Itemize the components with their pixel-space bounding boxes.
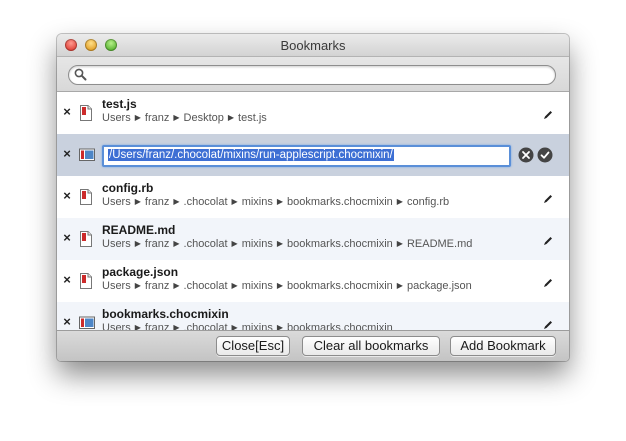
file-red-icon bbox=[79, 231, 93, 252]
folder-blue-icon bbox=[79, 315, 95, 330]
remove-bookmark-button[interactable]: × bbox=[61, 105, 73, 119]
edit-pencil-icon[interactable] bbox=[543, 317, 553, 330]
path-segment: README.md bbox=[406, 238, 473, 250]
bookmark-path: Users ▶ franz ▶ Desktop ▶ test.js bbox=[102, 112, 267, 124]
path-segment: test.js bbox=[238, 112, 267, 124]
path-segment: Users bbox=[102, 322, 131, 330]
footer-bar: Close[Esc] Clear all bookmarks Add Bookm… bbox=[57, 330, 569, 361]
edit-pencil-icon[interactable] bbox=[543, 275, 553, 293]
remove-bookmark-button[interactable]: × bbox=[61, 147, 73, 161]
path-segment: mixins bbox=[241, 322, 273, 330]
path-segment: Users bbox=[102, 280, 131, 292]
edit-pencil-icon[interactable] bbox=[543, 107, 553, 125]
path-segment: .chocolat bbox=[183, 322, 228, 330]
edit-pencil-icon[interactable] bbox=[543, 233, 553, 251]
bookmark-path-value: /Users/franz/.chocolat/mixins/run-apples… bbox=[108, 149, 394, 161]
bookmark-row[interactable]: × bookmarks.chocmixin Users ▶ franz ▶ .chocola… bbox=[57, 302, 569, 330]
bookmark-name: package.json bbox=[102, 265, 179, 279]
cancel-edit-icon[interactable] bbox=[518, 147, 534, 163]
edit-pencil-icon[interactable] bbox=[543, 191, 553, 209]
bookmark-path: Users ▶ franz ▶ .chocolat ▶ mixins ▶ bookmarks.c… bbox=[102, 280, 472, 292]
bookmark-name: README.md bbox=[102, 223, 176, 237]
path-segment: bookmarks.chocmixin bbox=[287, 196, 393, 208]
path-segment: .chocolat bbox=[183, 196, 228, 208]
path-separator-icon: ▶ bbox=[231, 323, 238, 330]
path-segment: config.rb bbox=[406, 196, 450, 208]
path-segment: .chocolat bbox=[183, 280, 228, 292]
path-separator-icon: ▶ bbox=[134, 239, 141, 248]
file-red-icon bbox=[79, 105, 93, 126]
bookmark-path: Users ▶ franz ▶ .chocolat ▶ mixins ▶ bookmarks.c… bbox=[102, 322, 393, 330]
path-separator-icon: ▶ bbox=[276, 323, 284, 330]
path-separator-icon: ▶ bbox=[227, 113, 235, 122]
search-icon bbox=[74, 68, 87, 81]
remove-bookmark-button[interactable]: × bbox=[61, 189, 73, 203]
file-red-icon bbox=[79, 189, 93, 210]
path-separator-icon: ▶ bbox=[396, 197, 403, 206]
path-separator-icon: ▶ bbox=[134, 323, 141, 330]
path-separator-icon: ▶ bbox=[173, 281, 180, 290]
window-title: Bookmarks bbox=[280, 38, 346, 53]
path-segment: franz bbox=[144, 196, 170, 208]
bookmark-name: config.rb bbox=[102, 181, 154, 195]
add-bookmark-button[interactable]: Add Bookmark bbox=[450, 336, 556, 356]
path-separator-icon: ▶ bbox=[276, 281, 284, 290]
path-segment: bookmarks.chocmixin bbox=[287, 322, 393, 330]
title-bar: Bookmarks bbox=[57, 34, 569, 57]
search-input[interactable] bbox=[91, 67, 550, 84]
path-segment: mixins bbox=[241, 280, 273, 292]
path-segment: Desktop bbox=[183, 112, 224, 124]
confirm-edit-icon[interactable] bbox=[537, 147, 553, 163]
path-segment: bookmarks.chocmixin bbox=[287, 238, 393, 250]
path-separator-icon: ▶ bbox=[173, 239, 180, 248]
path-separator-icon: ▶ bbox=[173, 197, 180, 206]
path-separator-icon: ▶ bbox=[231, 239, 238, 248]
path-separator-icon: ▶ bbox=[231, 197, 238, 206]
bookmarks-window: Bookmarks × test.js Users ▶ franz ▶ Desktop ▶ te… bbox=[57, 34, 569, 361]
path-segment: franz bbox=[144, 322, 170, 330]
path-separator-icon: ▶ bbox=[231, 281, 238, 290]
bookmark-path: Users ▶ franz ▶ .chocolat ▶ mixins ▶ bookmarks.c… bbox=[102, 196, 449, 208]
path-segment: mixins bbox=[241, 238, 273, 250]
path-separator-icon: ▶ bbox=[134, 197, 141, 206]
remove-bookmark-button[interactable]: × bbox=[61, 231, 73, 245]
path-segment: Users bbox=[102, 112, 131, 124]
bookmark-row[interactable]: × config.rb Users ▶ franz ▶ .chocolat ▶ mixins ▶ b… bbox=[57, 176, 569, 218]
bookmark-path-input[interactable]: /Users/franz/.chocolat/mixins/run-apples… bbox=[102, 145, 511, 167]
file-red-icon bbox=[79, 273, 93, 294]
bookmark-row[interactable]: × README.md Users ▶ franz ▶ .chocolat ▶ mixins ▶ b… bbox=[57, 218, 569, 260]
path-separator-icon: ▶ bbox=[276, 197, 284, 206]
path-segment: .chocolat bbox=[183, 238, 228, 250]
bookmark-row[interactable]: × package.json Users ▶ franz ▶ .chocolat ▶ mixin… bbox=[57, 260, 569, 302]
close-button[interactable]: Close[Esc] bbox=[216, 336, 290, 356]
bookmark-row[interactable]: × test.js Users ▶ franz ▶ Desktop ▶ test.js bbox=[57, 92, 569, 134]
path-segment: franz bbox=[144, 112, 170, 124]
path-segment: package.json bbox=[406, 280, 472, 292]
path-segment: franz bbox=[144, 280, 170, 292]
path-segment: mixins bbox=[241, 196, 273, 208]
search-field[interactable] bbox=[68, 65, 556, 85]
path-separator-icon: ▶ bbox=[134, 113, 141, 122]
bookmark-name: test.js bbox=[102, 97, 137, 111]
bookmark-path: Users ▶ franz ▶ .chocolat ▶ mixins ▶ bookmarks.c… bbox=[102, 238, 472, 250]
search-bar bbox=[57, 57, 569, 92]
path-separator-icon: ▶ bbox=[276, 239, 284, 248]
path-separator-icon: ▶ bbox=[396, 281, 403, 290]
remove-bookmark-button[interactable]: × bbox=[61, 315, 73, 329]
path-separator-icon: ▶ bbox=[173, 113, 180, 122]
path-segment: bookmarks.chocmixin bbox=[287, 280, 393, 292]
path-segment: Users bbox=[102, 238, 131, 250]
bookmark-row-editing[interactable]: × /Users/franz/.chocolat/mixins/run-apple… bbox=[57, 134, 569, 176]
bookmark-list: × test.js Users ▶ franz ▶ Desktop ▶ test.js ×/Use… bbox=[57, 92, 569, 330]
path-separator-icon: ▶ bbox=[396, 239, 403, 248]
path-separator-icon: ▶ bbox=[173, 323, 180, 330]
path-segment: franz bbox=[144, 238, 170, 250]
path-separator-icon: ▶ bbox=[134, 281, 141, 290]
clear-all-bookmarks-button[interactable]: Clear all bookmarks bbox=[302, 336, 440, 356]
remove-bookmark-button[interactable]: × bbox=[61, 273, 73, 287]
bookmark-name: bookmarks.chocmixin bbox=[102, 307, 229, 321]
folder-blue-icon bbox=[79, 147, 95, 166]
path-segment: Users bbox=[102, 196, 131, 208]
